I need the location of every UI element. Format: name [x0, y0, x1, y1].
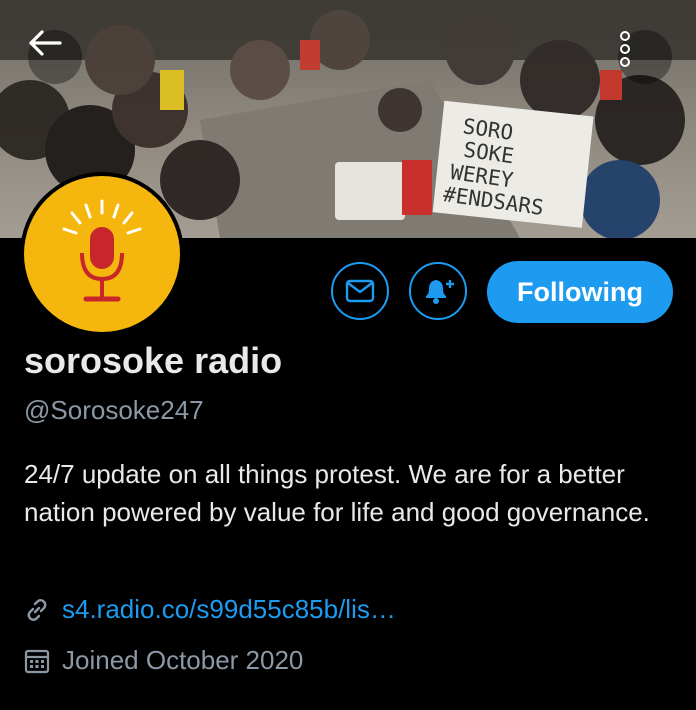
message-button[interactable] — [331, 262, 389, 320]
notifications-button[interactable] — [409, 262, 467, 320]
calendar-icon — [24, 649, 50, 673]
username-handle: @Sorosoke247 — [24, 395, 204, 425]
joined-row: Joined October 2020 — [24, 645, 303, 676]
envelope-icon — [345, 279, 375, 303]
profile-link-row[interactable]: s4.radio.co/s99d55c85b/lis… — [24, 594, 396, 625]
avatar-image — [24, 176, 180, 332]
following-button[interactable]: Following — [487, 261, 673, 323]
bell-plus-icon — [426, 280, 454, 304]
more-options-button[interactable] — [618, 30, 672, 84]
profile-bio: 24/7 update on all things protest. We ar… — [24, 459, 650, 527]
link-icon — [27, 598, 47, 621]
avatar[interactable] — [20, 172, 184, 336]
arrow-left-icon — [29, 30, 62, 56]
back-button[interactable] — [28, 30, 82, 84]
vertical-dots-icon — [620, 31, 630, 67]
joined-date: Joined October 2020 — [62, 645, 304, 675]
microphone-icon — [62, 199, 142, 302]
profile-link[interactable]: s4.radio.co/s99d55c85b/lis… — [62, 594, 396, 625]
display-name: sorosoke radio — [24, 340, 283, 381]
